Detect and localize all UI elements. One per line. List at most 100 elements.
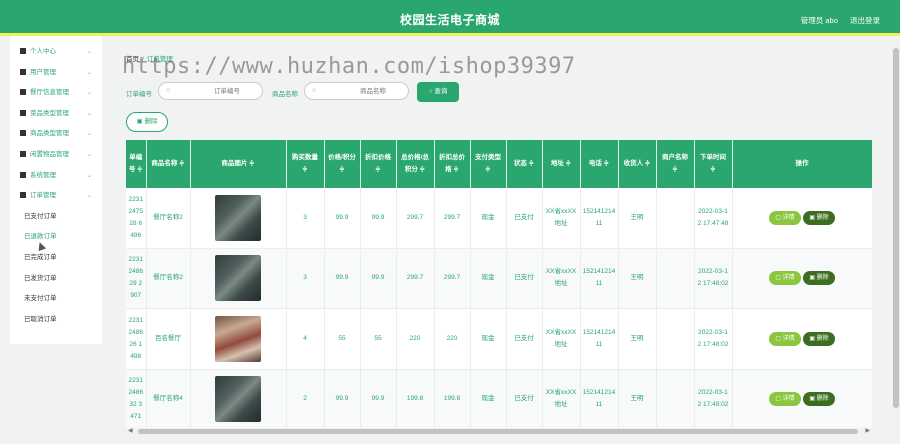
sidebar-menu-label: 商品类型管理 bbox=[30, 130, 69, 138]
sidebar: 个人中心 ⌄ 用户管理 ⌄ 餐厅信息管理 ⌄ 菜品类型管理 ⌄ 商品类型管理 ⌄ 闲置物品管理 ⌄ 系统… bbox=[10, 36, 102, 344]
detail-button[interactable]: ▢ 详情 bbox=[769, 210, 801, 225]
cell-price: 99.9 bbox=[324, 369, 361, 430]
breadcrumb-home[interactable]: 首页 bbox=[126, 56, 139, 63]
sidebar-menu: 个人中心 ⌄ 用户管理 ⌄ 餐厅信息管理 ⌄ 菜品类型管理 ⌄ 商品类型管理 ⌄ 闲置物品管理 ⌄ 系统… bbox=[10, 42, 102, 207]
cell-phone: 15214121411 bbox=[580, 369, 619, 430]
cell-pay: 现金 bbox=[470, 188, 507, 249]
cell-address: XX省xxXX地址 bbox=[542, 188, 581, 249]
cell-discount-total: 220 bbox=[434, 308, 471, 370]
orders-table: 单编号 ≑ 商品名称 ≑ 商品图片 ≑ 购买数量 ≑ 价格/积分 ≑ 折扣价格 ≑ 总价格/… bbox=[126, 140, 872, 430]
chevron-down-icon: ⌄ bbox=[86, 110, 92, 117]
order-no-input[interactable] bbox=[195, 87, 259, 96]
cell-status: 已支付 bbox=[506, 188, 543, 249]
detail-button[interactable]: ▢ 详情 bbox=[769, 392, 801, 407]
cell-phone: 15214121411 bbox=[580, 248, 619, 309]
cell-phone: 15214121411 bbox=[580, 308, 619, 370]
product-image-cell bbox=[190, 308, 287, 370]
scroll-left-icon[interactable]: ◀ bbox=[128, 427, 133, 434]
sidebar-menu-item[interactable]: 商品类型管理 ⌄ bbox=[10, 124, 102, 145]
order-no-field[interactable]: ○ bbox=[158, 82, 263, 100]
sidebar-menu-item[interactable]: 个人中心 ⌄ bbox=[10, 42, 102, 63]
table-row: 2231248632 3471 餐厅名称4 2 99.9 99.9 199.8 199.8 现… bbox=[126, 369, 872, 430]
column-header[interactable]: 价格/积分 ≑ bbox=[324, 140, 361, 188]
sidebar-menu-item[interactable]: 系统管理 ⌄ bbox=[10, 166, 102, 187]
sidebar-menu-item[interactable]: 餐厅信息管理 ⌄ bbox=[10, 83, 102, 104]
cell-address: XX省xxXX地址 bbox=[542, 308, 581, 370]
column-header[interactable]: 地址 ≑ bbox=[542, 140, 581, 188]
column-header[interactable]: 折扣总价格 ≑ bbox=[434, 140, 471, 188]
chevron-down-icon: ⌄ bbox=[86, 131, 92, 138]
app-title: 校园生活电子商城 bbox=[399, 13, 500, 27]
chevron-down-icon: ⌄ bbox=[86, 172, 92, 179]
cell-discount-total: 199.8 bbox=[434, 369, 471, 430]
product-name-input[interactable] bbox=[341, 87, 405, 96]
grid-icon bbox=[20, 130, 26, 137]
cell-status: 已支付 bbox=[506, 248, 543, 309]
edit-icon: ▢ bbox=[775, 335, 783, 342]
product-name-field[interactable]: ○ bbox=[304, 82, 409, 100]
delete-button[interactable]: ▣ 删除 bbox=[803, 392, 835, 407]
header-actions: 管理员 abo 退出登录 bbox=[791, 15, 880, 26]
horizontal-scroll-thumb[interactable] bbox=[138, 429, 858, 434]
logout-button[interactable]: 退出登录 bbox=[850, 16, 880, 25]
bulk-delete-button[interactable]: ▣ 删除 bbox=[126, 112, 168, 132]
scroll-right-icon[interactable]: ▶ bbox=[865, 427, 870, 434]
column-header[interactable]: 单编号 ≑ bbox=[126, 140, 147, 188]
sidebar-submenu-item[interactable]: 已发货订单 bbox=[10, 269, 102, 290]
vertical-scrollbar[interactable] bbox=[892, 40, 900, 444]
table-row: 2231248629 2907 餐厅名称2 3 99.9 99.9 299.7 299.7 现… bbox=[126, 248, 872, 309]
column-header[interactable]: 收货人 ≑ bbox=[618, 140, 657, 188]
delete-button[interactable]: ▣ 删除 bbox=[803, 271, 835, 286]
sidebar-menu-item[interactable]: 闲置物品管理 ⌄ bbox=[10, 145, 102, 166]
cell-price: 55 bbox=[324, 308, 361, 370]
edit-icon: ▢ bbox=[775, 214, 783, 221]
search-button[interactable]: ○ 查询 bbox=[417, 82, 459, 102]
cell-price: 99.9 bbox=[324, 248, 361, 309]
sidebar-menu-item[interactable]: 菜品类型管理 ⌄ bbox=[10, 104, 102, 125]
vertical-scroll-thumb[interactable] bbox=[893, 48, 899, 408]
cell-total: 199.8 bbox=[396, 369, 435, 430]
cell-name: 百名餐厅 bbox=[146, 308, 191, 370]
grid-icon bbox=[20, 192, 26, 199]
cell-receiver: 王明 bbox=[618, 188, 657, 249]
column-header[interactable]: 总价格/总积分 ≑ bbox=[396, 140, 435, 188]
column-header[interactable]: 支付类型 ≑ bbox=[470, 140, 507, 188]
column-header[interactable]: 商品图片 ≑ bbox=[190, 140, 287, 188]
column-header[interactable]: 电话 ≑ bbox=[580, 140, 619, 188]
sidebar-menu-item[interactable]: 订单管理 ⌄ bbox=[10, 186, 102, 207]
cell-actions: ▢ 详情 ▣ 删除 bbox=[732, 369, 872, 430]
trash-icon: ▣ bbox=[809, 214, 817, 221]
delete-button[interactable]: ▣ 删除 bbox=[803, 210, 835, 225]
sidebar-submenu-item[interactable]: 已支付订单 bbox=[10, 207, 102, 228]
column-header[interactable]: 下单时间 ≑ bbox=[694, 140, 733, 188]
detail-button[interactable]: ▢ 详情 bbox=[769, 271, 801, 286]
detail-button[interactable]: ▢ 详情 bbox=[769, 331, 801, 346]
horizontal-scrollbar[interactable]: ◀ ▶ bbox=[126, 428, 872, 435]
column-header[interactable]: 折扣价格 ≑ bbox=[360, 140, 397, 188]
sidebar-menu-label: 个人中心 bbox=[30, 48, 56, 55]
edit-icon: ▢ bbox=[775, 275, 783, 282]
column-header[interactable]: 商户名称 ≑ bbox=[656, 140, 695, 188]
cell-merchant bbox=[656, 369, 695, 430]
sidebar-submenu-item[interactable]: 已完成订单 bbox=[10, 248, 102, 269]
cell-name: 餐厅名称4 bbox=[146, 369, 191, 430]
table-row: 2231248626 1498 百名餐厅 4 55 55 220 220 现金 已支付 XX省xx… bbox=[126, 308, 872, 370]
sidebar-menu-label: 用户管理 bbox=[30, 68, 56, 76]
cell-qty: 2 bbox=[286, 369, 325, 430]
delete-button[interactable]: ▣ 删除 bbox=[803, 331, 835, 346]
product-image-cell bbox=[190, 248, 287, 309]
breadcrumb-separator: / bbox=[142, 56, 144, 63]
column-header[interactable]: 商品名称 ≑ bbox=[146, 140, 191, 188]
sidebar-menu-item[interactable]: 用户管理 ⌄ bbox=[10, 63, 102, 84]
sidebar-submenu-item[interactable]: 已取消订单 bbox=[10, 310, 102, 331]
column-header[interactable]: 购买数量 ≑ bbox=[286, 140, 325, 188]
main-content: 首页/订单管理 订单编号 ○ 商品名称 ○ ○ 查询 ▣ 删除 单编号 ≑商品名… bbox=[108, 36, 888, 444]
sidebar-submenu-item[interactable]: 已退款订单 bbox=[10, 227, 102, 248]
sidebar-submenu-item[interactable]: 未支付订单 bbox=[10, 289, 102, 310]
edit-icon: ▢ bbox=[775, 396, 783, 403]
column-header[interactable]: 状态 ≑ bbox=[506, 140, 543, 188]
column-header[interactable]: 操作 bbox=[732, 140, 872, 188]
product-name-label: 商品名称 bbox=[272, 91, 298, 98]
product-image-cell bbox=[190, 188, 287, 249]
product-image bbox=[215, 255, 261, 302]
